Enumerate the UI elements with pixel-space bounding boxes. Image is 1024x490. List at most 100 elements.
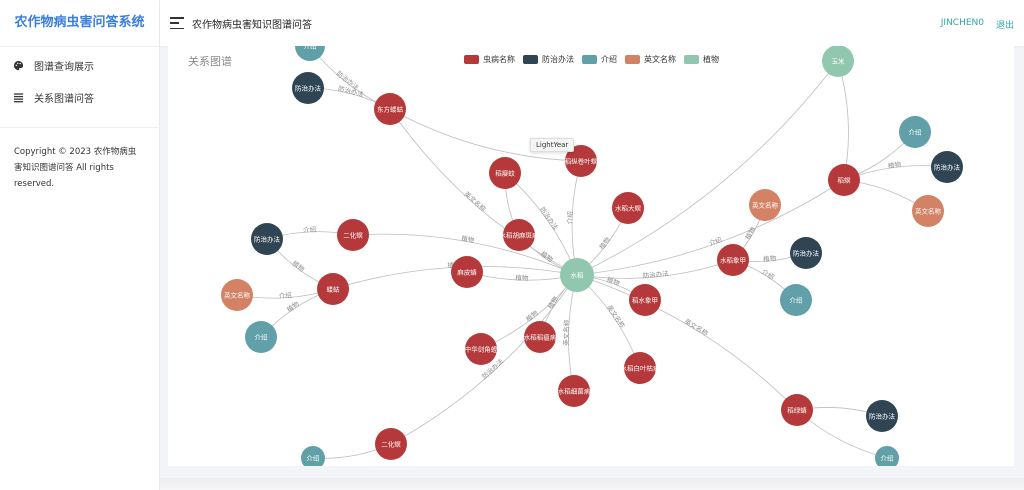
graph-node-label: 稻纵卷叶螟 (565, 157, 598, 166)
legend-item[interactable]: 虫病名称 (464, 54, 515, 65)
graph-node[interactable]: 水稻象甲 (717, 244, 749, 276)
graph-node[interactable]: 介绍 (301, 446, 325, 466)
graph-edge-label: 植物 (515, 273, 529, 282)
sidebar-item-label: 图谱查询展示 (34, 61, 94, 73)
graph-edge-label: 植物 (743, 225, 758, 241)
legend-item[interactable]: 防治办法 (523, 54, 574, 65)
graph-edge-label: 英文名称 (605, 303, 627, 330)
legend-label: 植物 (703, 55, 719, 64)
graph-node[interactable]: 稻水象甲 (629, 284, 661, 316)
graph-node-label: 二化螟 (343, 231, 363, 240)
graph-edge-label: 防治办法 (538, 205, 561, 232)
graph-edge-label: 英文名称 (683, 317, 710, 339)
graph-node[interactable]: 介绍 (875, 446, 899, 466)
graph-node-label: 玉米 (832, 57, 846, 66)
legend-swatch (523, 55, 538, 64)
graph-node-label: 英文名称 (752, 201, 779, 210)
graph-node[interactable]: 二化螟 (337, 219, 369, 251)
page-footer-shadow (160, 478, 1024, 490)
graph-node[interactable]: 防治办法 (931, 151, 963, 183)
brand-title[interactable]: 农作物病虫害问答系统 (0, 0, 159, 47)
menu-toggle-icon[interactable] (170, 17, 184, 29)
graph-node-label: 水稻 (571, 271, 585, 280)
copyright-line: reserved. (14, 179, 55, 189)
graph-edge-label: 植物 (291, 258, 307, 273)
graph-node-label: 水稻胡麻斑病 (500, 231, 540, 240)
graph-edge (389, 108, 582, 162)
graph-node[interactable]: 防治办法 (292, 72, 324, 104)
graph-node[interactable]: 英文名称 (912, 195, 944, 227)
graph-node[interactable]: 水稻胡麻斑病 (500, 219, 540, 251)
graph-node[interactable]: 水稻大螟 (612, 192, 644, 224)
graph-node-label: 水稻象甲 (720, 256, 746, 265)
sidebar-item-relation-qa[interactable]: 关系图谱问答 (0, 81, 159, 113)
graph-node-label: 蝼蛄 (327, 285, 341, 294)
graph-tooltip: LightYear (530, 138, 575, 152)
graph-edge-label: 介绍 (565, 211, 574, 225)
copyright-text: Copyright © 2023 农作物病虫 害知识图谱问答 All right… (0, 128, 159, 208)
graph-node[interactable]: 中华剑角蝗 (465, 333, 498, 365)
graph-node-label: 介绍 (909, 128, 923, 137)
graph-node-label: 防治办法 (295, 84, 322, 93)
logout-link[interactable]: 退出 (996, 18, 1014, 31)
graph-node-label: 稻瘿蚊 (495, 169, 515, 178)
page-title: 农作物病虫害知识图谱问答 (192, 19, 312, 31)
legend-item[interactable]: 植物 (684, 54, 719, 65)
legend-label: 英文名称 (644, 55, 676, 64)
graph-node[interactable]: 水稻细菌病 (558, 375, 591, 407)
sidebar-item-label: 关系图谱问答 (34, 93, 94, 105)
graph-node-label: 防治办法 (869, 412, 896, 421)
sidebar-item-graph-query[interactable]: 图谱查询展示 (0, 49, 159, 81)
graph-title: 关系图谱 (188, 55, 232, 68)
graph-node-label: 介绍 (304, 46, 318, 51)
graph-node-label: 介绍 (790, 296, 804, 305)
graph-node-label: 东方蝼蛄 (377, 105, 404, 114)
graph-edge (576, 274, 798, 411)
user-name-link[interactable]: JINCHEN0 (941, 18, 984, 28)
top-bar: 农作物病虫害知识图谱问答 JINCHEN0 退出 (160, 0, 1024, 46)
graph-node[interactable]: 稻瘿蚊 (489, 157, 521, 189)
graph-node[interactable]: 英文名称 (221, 279, 253, 311)
graph-edge-label: 植物 (461, 234, 476, 245)
graph-node-label: 水稻细菌病 (558, 387, 591, 396)
graph-node[interactable]: 水稻稻瘟病 (524, 321, 557, 353)
copyright-line: Copyright © 2023 农作物病虫 (14, 147, 137, 157)
graph-node[interactable]: 防治办法 (790, 237, 822, 269)
graph-node[interactable]: 介绍 (899, 116, 931, 148)
graph-node[interactable]: 英文名称 (749, 189, 781, 221)
graph-node[interactable]: 麻皮蝽 (451, 256, 483, 288)
graph-edge (837, 60, 849, 181)
graph-node[interactable]: 玉米 (822, 46, 854, 77)
graph-node-label: 水稻稻瘟病 (524, 333, 557, 342)
graph-node-label: 水稻白叶枯病 (621, 364, 661, 373)
graph-node[interactable]: 介绍 (245, 321, 277, 353)
knowledge-graph[interactable]: 英文名称防治办法介绍植物植物植物植物防治办法植物植物植物植物英文名称英文名称防治… (168, 46, 1014, 466)
list-icon (12, 91, 24, 103)
graph-node[interactable]: 防治办法 (866, 400, 898, 432)
graph-node[interactable]: 水稻白叶枯病 (621, 352, 661, 384)
legend-item[interactable]: 英文名称 (625, 54, 676, 65)
graph-node-label: 英文名称 (915, 207, 942, 216)
legend-label: 介绍 (601, 55, 617, 64)
graph-node[interactable]: 蝼蛄 (317, 273, 349, 305)
graph-edge-label: 植物 (524, 308, 540, 323)
graph-node[interactable]: 东方蝼蛄 (374, 93, 406, 125)
graph-node[interactable]: 稻绿蝽 (781, 394, 813, 426)
graph-node-label: 防治办法 (934, 163, 961, 172)
legend-label: 防治办法 (542, 55, 574, 64)
graph-node-label: 二化螟 (381, 440, 401, 449)
graph-node-label: 介绍 (307, 454, 321, 463)
graph-edge (389, 108, 578, 276)
graph-edge-label: 介绍 (760, 267, 776, 282)
graph-edge-label: 介绍 (278, 290, 292, 300)
legend-swatch (625, 55, 640, 64)
graph-node[interactable]: 介绍 (780, 284, 812, 316)
graph-node-label: 介绍 (881, 454, 895, 463)
graph-node[interactable]: 水稻 (560, 258, 594, 292)
graph-node[interactable]: 防治办法 (251, 223, 283, 255)
legend-item[interactable]: 介绍 (582, 54, 617, 65)
graph-node[interactable]: 二化螟 (375, 428, 407, 460)
graph-edge-label: 植物 (597, 235, 612, 251)
graph-node[interactable]: 稻螟 (828, 164, 860, 196)
graph-edge-label: 介绍 (303, 225, 317, 235)
